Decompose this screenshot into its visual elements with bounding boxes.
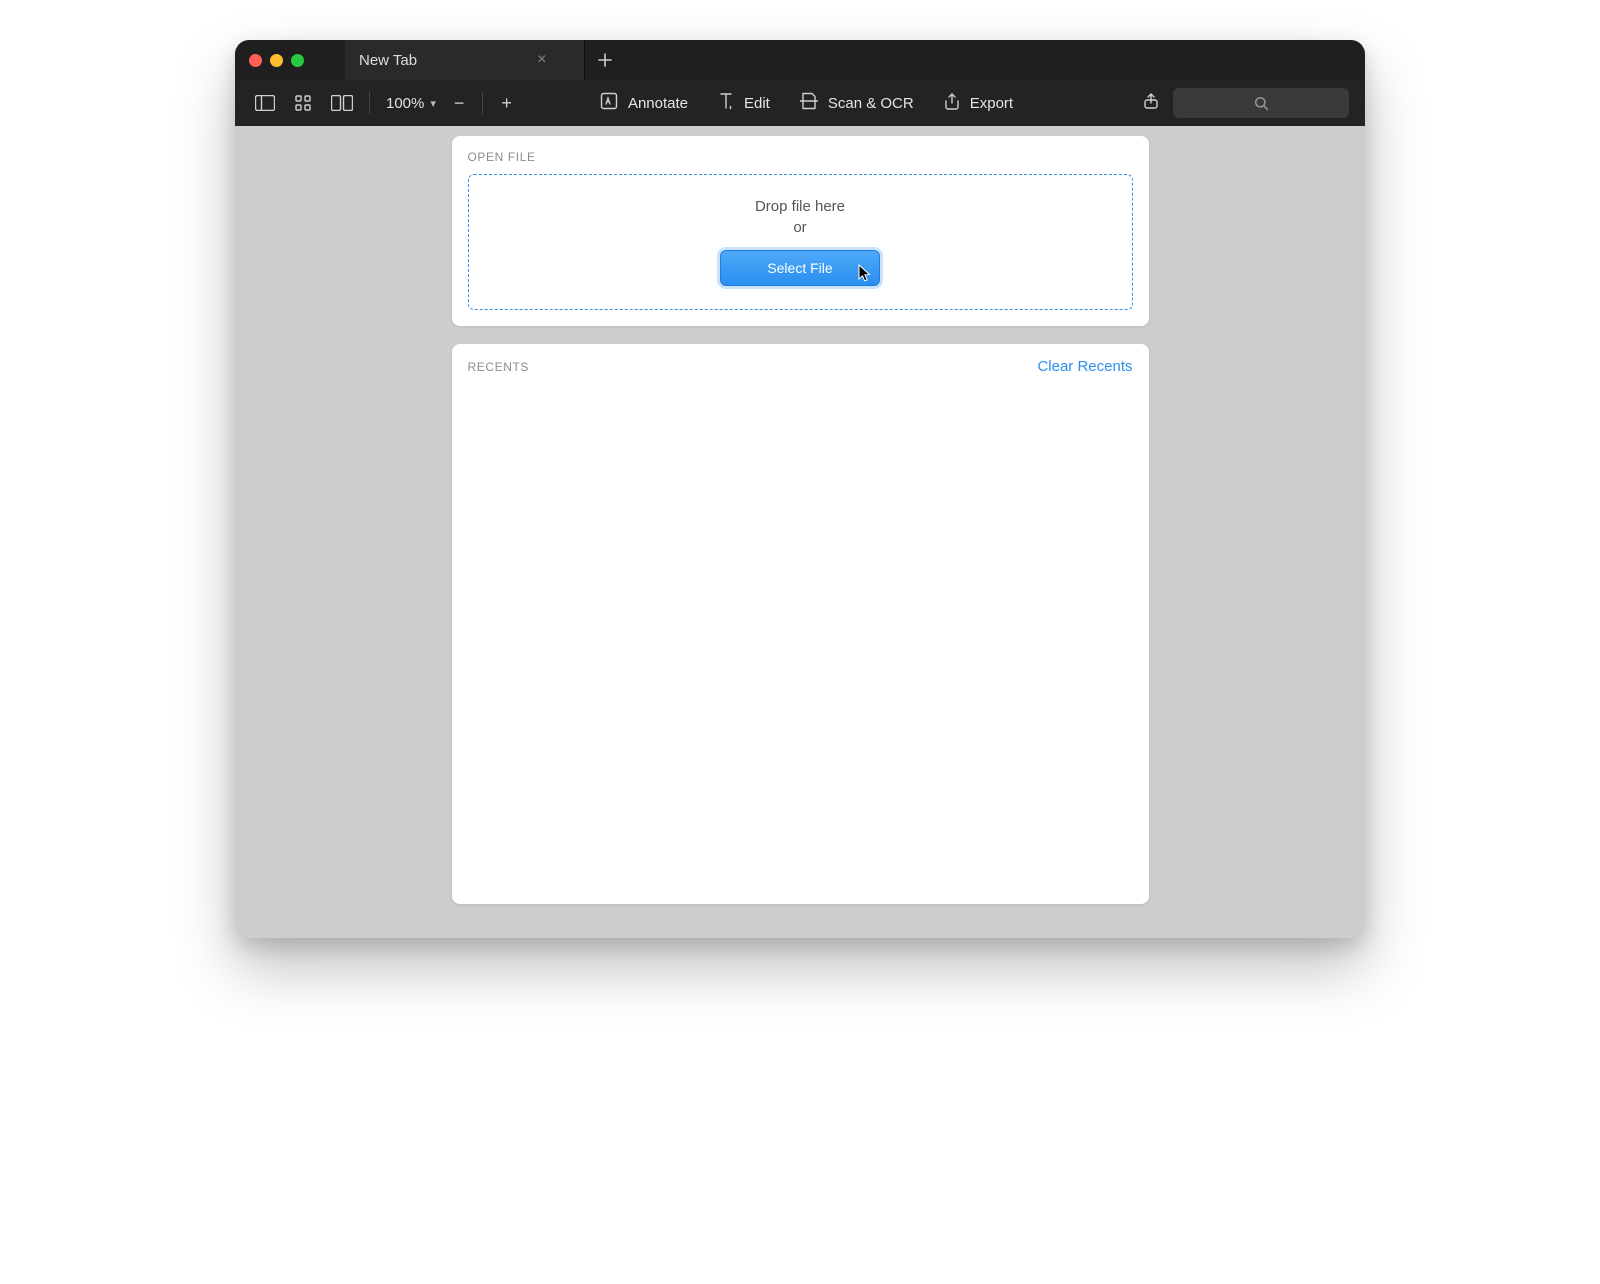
toolbar-separator bbox=[482, 92, 483, 114]
app-window: New Tab × 100% ▾ − + bbox=[235, 40, 1365, 938]
share-icon bbox=[1143, 92, 1159, 110]
zoom-dropdown[interactable]: 100% bbox=[386, 95, 424, 112]
clear-recents-link[interactable]: Clear Recents bbox=[1037, 358, 1132, 375]
minimize-window-button[interactable] bbox=[270, 54, 283, 67]
search-icon bbox=[1254, 96, 1269, 111]
new-tab-button[interactable] bbox=[585, 52, 625, 68]
drop-hint-text: Drop file here bbox=[755, 198, 845, 215]
fullscreen-window-button[interactable] bbox=[291, 54, 304, 67]
thumbnail-view-button[interactable] bbox=[285, 80, 321, 126]
split-view-button[interactable] bbox=[321, 80, 363, 126]
window-controls bbox=[235, 54, 345, 67]
content-area: OPEN FILE Drop file here or Select File … bbox=[235, 126, 1365, 938]
tab-active[interactable]: New Tab × bbox=[345, 40, 585, 80]
sidebar-toggle-button[interactable] bbox=[245, 80, 285, 126]
share-button[interactable] bbox=[1129, 92, 1173, 114]
open-file-card: OPEN FILE Drop file here or Select File bbox=[452, 136, 1149, 326]
toolbar-actions: Annotate Edit Scan & OCR Export bbox=[600, 92, 1013, 114]
toolbar-separator bbox=[369, 92, 370, 114]
scan-ocr-button[interactable]: Scan & OCR bbox=[800, 92, 914, 114]
export-label: Export bbox=[970, 95, 1013, 112]
annotate-button[interactable]: Annotate bbox=[600, 92, 688, 114]
chevron-down-icon: ▾ bbox=[430, 97, 436, 110]
scan-icon bbox=[800, 92, 818, 114]
edit-button[interactable]: Edit bbox=[718, 92, 770, 114]
drop-or-text: or bbox=[793, 219, 806, 236]
annotate-label: Annotate bbox=[628, 95, 688, 112]
export-button[interactable]: Export bbox=[944, 92, 1013, 114]
zoom-control: 100% ▾ − + bbox=[376, 92, 530, 114]
annotate-icon bbox=[600, 92, 618, 114]
open-file-section-label: OPEN FILE bbox=[468, 150, 1133, 164]
close-window-button[interactable] bbox=[249, 54, 262, 67]
recents-card: RECENTS Clear Recents bbox=[452, 344, 1149, 904]
export-icon bbox=[944, 92, 960, 114]
toolbar: 100% ▾ − + Annotate Edit bbox=[235, 80, 1365, 126]
titlebar: New Tab × bbox=[235, 40, 1365, 80]
zoom-out-button[interactable]: − bbox=[446, 93, 473, 114]
edit-label: Edit bbox=[744, 95, 770, 112]
select-file-button[interactable]: Select File bbox=[720, 250, 879, 286]
tab-title: New Tab bbox=[359, 52, 417, 69]
scan-label: Scan & OCR bbox=[828, 95, 914, 112]
recents-section-label: RECENTS bbox=[468, 360, 530, 374]
file-dropzone[interactable]: Drop file here or Select File bbox=[468, 174, 1133, 310]
search-input[interactable] bbox=[1173, 88, 1349, 118]
tab-close-button[interactable]: × bbox=[537, 51, 546, 69]
edit-icon bbox=[718, 92, 734, 114]
zoom-in-button[interactable]: + bbox=[493, 93, 520, 114]
